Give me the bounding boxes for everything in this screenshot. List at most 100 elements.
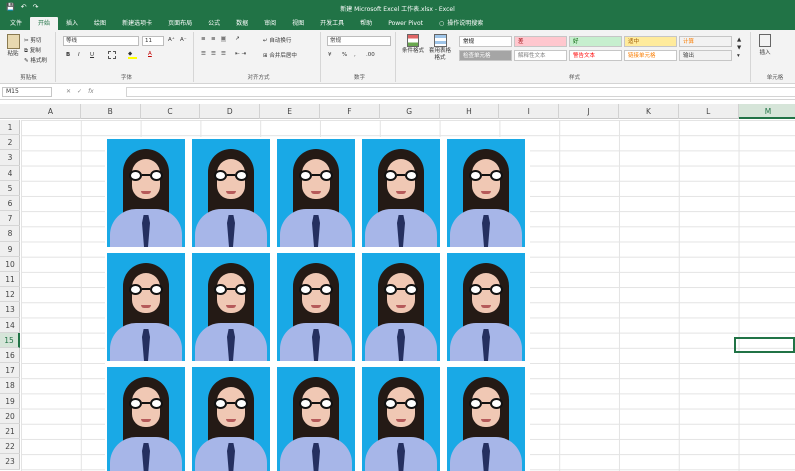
cell-style-6[interactable]: 检查单元格 — [459, 50, 512, 61]
column-header-f[interactable]: F — [320, 104, 380, 119]
tab-data[interactable]: 数据 — [228, 17, 256, 30]
row-header-19[interactable]: 19 — [0, 394, 20, 409]
cell-style-8[interactable]: 警告文本 — [569, 50, 622, 61]
currency-icon[interactable]: ¥ — [328, 52, 332, 58]
tab-new-tab[interactable]: 新建选项卡 — [114, 17, 160, 30]
tab-draw[interactable]: 绘图 — [86, 17, 114, 30]
cell-style-10[interactable]: 输出 — [679, 50, 732, 61]
insert-cells-button[interactable]: 插入 — [759, 34, 771, 56]
row-header-15[interactable]: 15 — [0, 332, 20, 348]
column-header-c[interactable]: C — [141, 104, 201, 119]
merge-center-button[interactable]: ⊞ 合并后居中 — [263, 51, 297, 59]
orientation-icon[interactable]: ↗ — [235, 36, 240, 42]
column-header-d[interactable]: D — [200, 104, 261, 119]
column-header-a[interactable]: A — [21, 104, 81, 119]
name-box[interactable]: M15 — [2, 87, 52, 97]
enter-icon[interactable]: ✓ — [77, 88, 82, 95]
tab-review[interactable]: 审阅 — [256, 17, 284, 30]
row-header-22[interactable]: 22 — [0, 439, 20, 455]
row-header-17[interactable]: 17 — [0, 363, 20, 379]
row-header-5[interactable]: 5 — [0, 181, 20, 196]
row-header-6[interactable]: 6 — [0, 196, 20, 212]
tab-home[interactable]: 开始 — [30, 17, 59, 30]
percent-button[interactable]: % — [342, 52, 347, 58]
column-header-b[interactable]: B — [81, 104, 141, 119]
tab-file[interactable]: 文件 — [2, 17, 30, 30]
column-header-k[interactable]: K — [619, 104, 679, 119]
cell-style-3[interactable]: 好 — [569, 36, 622, 47]
align-center-icon[interactable]: ☰ — [211, 51, 216, 57]
cell-style-5[interactable]: 计算 — [679, 36, 732, 47]
column-header-m[interactable]: M — [738, 104, 795, 119]
tab-insert[interactable]: 插入 — [58, 17, 86, 30]
align-bottom-icon[interactable]: ≡ — [221, 36, 226, 42]
align-top-icon[interactable]: ≡ — [201, 36, 206, 42]
row-header-23[interactable]: 23 — [0, 454, 20, 470]
indent-icon[interactable]: ⇤ ⇥ — [235, 51, 246, 57]
cut-button[interactable]: ✂ 剪切 — [24, 36, 41, 44]
underline-button[interactable]: U — [90, 52, 94, 58]
align-left-icon[interactable]: ☰ — [201, 51, 206, 57]
row-header-13[interactable]: 13 — [0, 302, 20, 318]
gallery-more-icon[interactable]: ▲ ▼ ▾ — [737, 36, 741, 60]
cell-style-9[interactable]: 链接单元格 — [624, 50, 677, 61]
tab-help[interactable]: 帮助 — [352, 17, 380, 30]
row-header-12[interactable]: 12 — [0, 287, 20, 303]
column-header-i[interactable]: I — [499, 104, 560, 119]
border-button[interactable] — [108, 51, 116, 61]
tab-power-pivot[interactable]: Power Pivot — [380, 17, 431, 30]
formula-input[interactable] — [126, 87, 795, 97]
row-header-8[interactable]: 8 — [0, 226, 20, 242]
cell-style-1[interactable]: 常规 — [459, 36, 512, 47]
bold-button[interactable]: B — [66, 52, 70, 58]
decimal-icon[interactable]: .00 — [366, 52, 375, 58]
format-painter-button[interactable]: ✎ 格式刷 — [24, 56, 47, 64]
conditional-format-button[interactable]: 条件格式 — [402, 34, 424, 55]
align-right-icon[interactable]: ☰ — [221, 51, 226, 57]
row-header-2[interactable]: 2 — [0, 135, 20, 151]
cell-style-7[interactable]: 解释性文本 — [514, 50, 567, 61]
row-header-18[interactable]: 18 — [0, 378, 20, 394]
row-header-20[interactable]: 20 — [0, 409, 20, 424]
tell-me-box[interactable]: ○ 操作说明搜索 — [431, 17, 491, 30]
column-header-e[interactable]: E — [260, 104, 320, 119]
align-middle-icon[interactable]: ≡ — [211, 36, 216, 42]
grow-font-button[interactable]: A⁺ — [168, 37, 175, 43]
number-format-select[interactable]: 常规 — [327, 36, 391, 46]
tab-developer[interactable]: 开发工具 — [312, 17, 352, 30]
active-cell-m15[interactable] — [734, 337, 795, 353]
row-header-16[interactable]: 16 — [0, 348, 20, 364]
column-header-l[interactable]: L — [679, 104, 739, 119]
cell-style-4[interactable]: 适中 — [624, 36, 677, 47]
column-header-g[interactable]: G — [380, 104, 440, 119]
function-icon[interactable]: fx — [88, 88, 94, 95]
id-photo-sheet[interactable] — [105, 137, 530, 471]
format-as-table-button[interactable]: 套用表格格式 — [427, 34, 453, 62]
row-header-21[interactable]: 21 — [0, 424, 20, 440]
comma-button[interactable]: , — [354, 52, 356, 58]
column-header-j[interactable]: J — [559, 104, 619, 119]
row-header-1[interactable]: 1 — [0, 120, 20, 136]
font-color-button[interactable]: A — [148, 51, 152, 57]
wrap-text-button[interactable]: ↵ 自动换行 — [263, 36, 291, 44]
row-header-3[interactable]: 3 — [0, 150, 20, 166]
row-header-10[interactable]: 10 — [0, 257, 20, 272]
fill-color-button[interactable]: ◆ — [128, 51, 137, 59]
shrink-font-button[interactable]: A⁻ — [180, 37, 187, 43]
row-header-4[interactable]: 4 — [0, 166, 20, 181]
tab-page-layout[interactable]: 页面布局 — [160, 17, 200, 30]
italic-button[interactable]: I — [78, 52, 80, 58]
row-header-7[interactable]: 7 — [0, 211, 20, 227]
font-size-select[interactable]: 11 — [142, 36, 164, 46]
paste-button[interactable]: 粘贴 — [5, 34, 21, 57]
cancel-icon[interactable]: ✕ — [66, 88, 71, 95]
column-header-h[interactable]: H — [440, 104, 500, 119]
row-header-11[interactable]: 11 — [0, 272, 20, 288]
copy-button[interactable]: ⧉ 复制 — [24, 46, 41, 55]
font-name-select[interactable]: 等线 — [63, 36, 139, 46]
row-header-14[interactable]: 14 — [0, 318, 20, 333]
tab-view[interactable]: 视图 — [284, 17, 312, 30]
row-header-9[interactable]: 9 — [0, 242, 20, 257]
tab-formulas[interactable]: 公式 — [200, 17, 228, 30]
cell-style-2[interactable]: 差 — [514, 36, 567, 47]
